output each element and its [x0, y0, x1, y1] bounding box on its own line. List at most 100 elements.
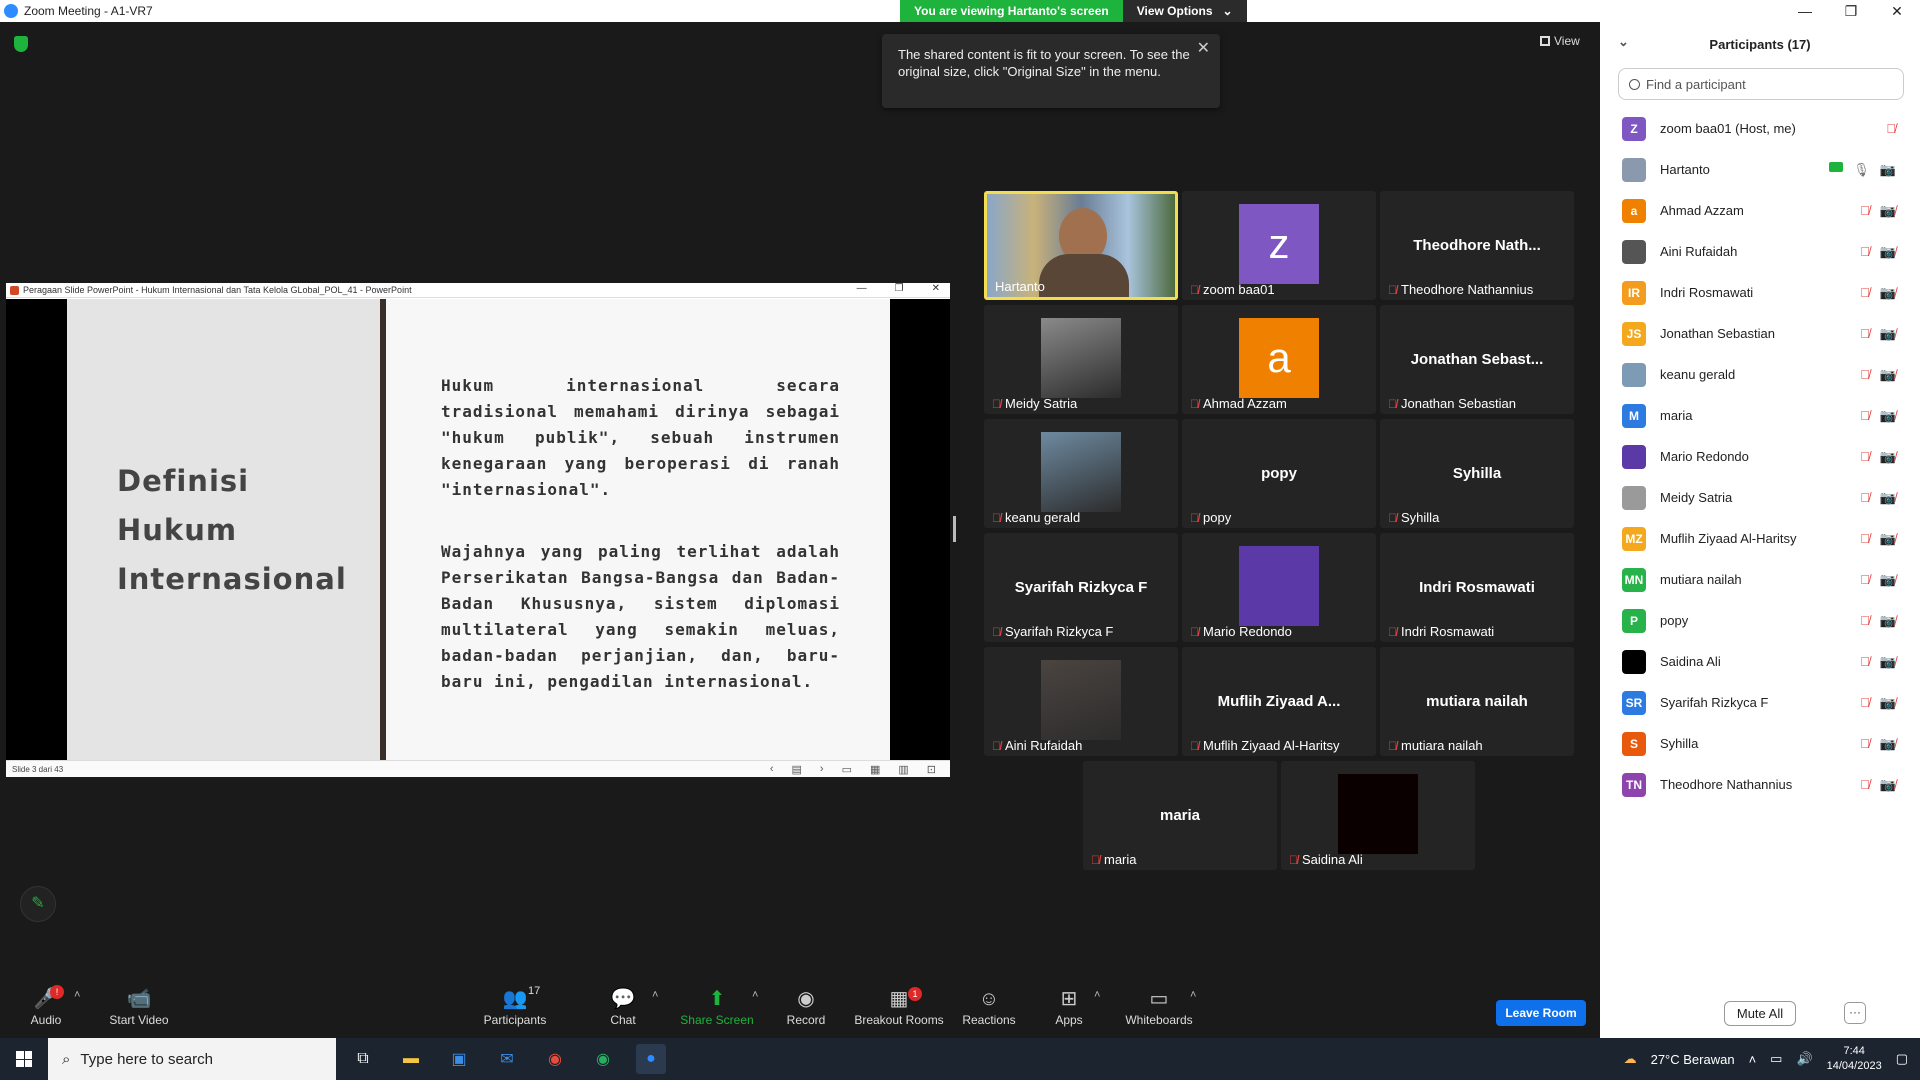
muted-mic-icon[interactable]: 🎙̸ — [1860, 572, 1870, 588]
task-view-icon[interactable]: ⧉ — [348, 1044, 378, 1074]
camera-off-icon[interactable]: 📷̸ — [1880, 449, 1896, 465]
participant-search-input[interactable]: Find a participant — [1618, 68, 1904, 100]
video-tile[interactable]: Syhilla 🎙̸ Syhilla — [1380, 419, 1574, 528]
mail-icon[interactable]: ✉ — [492, 1044, 522, 1074]
camera-off-icon[interactable]: 📷̸ — [1880, 244, 1896, 260]
camera-off-icon[interactable]: 📷̸ — [1880, 408, 1896, 424]
mic-on-icon[interactable]: 🎙 — [1853, 162, 1870, 178]
video-tile[interactable]: Hartanto — [984, 191, 1178, 300]
video-tile[interactable]: mutiara nailah 🎙̸ mutiara nailah — [1380, 647, 1574, 756]
muted-mic-icon[interactable]: 🎙̸ — [1860, 203, 1870, 219]
video-tile[interactable]: z 🎙̸ zoom baa01 — [1182, 191, 1376, 300]
audio-button[interactable]: 🎤 Audio ! — [28, 985, 64, 1027]
apps-button[interactable]: ⊞ Apps — [1054, 985, 1084, 1027]
camera-off-icon[interactable]: 📷̸ — [1880, 367, 1896, 383]
participant-row[interactable]: SR Syarifah Rizkyca F 🎙̸ 📷̸ — [1600, 682, 1920, 723]
camera-off-icon[interactable]: 📷̸ — [1880, 695, 1896, 711]
breakout-rooms-button[interactable]: ▦ Breakout Rooms 1 — [854, 985, 944, 1027]
annotate-pencil-icon[interactable]: ✎ — [20, 886, 56, 922]
video-tile[interactable]: Syarifah Rizkyca F 🎙̸ Syarifah Rizkyca F — [984, 533, 1178, 642]
notifications-icon[interactable]: ▢ — [1896, 1051, 1908, 1067]
video-tile[interactable]: 🎙̸ Aini Rufaidah — [984, 647, 1178, 756]
participant-row[interactable]: Ppopy 🎙̸ 📷̸ — [1600, 600, 1920, 641]
participant-row[interactable]: Meidy Satria 🎙̸ 📷̸ — [1600, 477, 1920, 518]
video-tile[interactable]: Theodhore Nath... 🎙̸ Theodhore Nathannius — [1380, 191, 1574, 300]
video-tile[interactable]: 🎙̸ Mario Redondo — [1182, 533, 1376, 642]
muted-mic-icon[interactable]: 🎙̸ — [1886, 121, 1896, 136]
file-explorer-icon[interactable]: ▬ — [396, 1044, 426, 1074]
participant-row[interactable]: MN mutiara nailah 🎙̸ 📷̸ — [1600, 559, 1920, 600]
mute-all-button[interactable]: Mute All — [1723, 1000, 1797, 1026]
clock[interactable]: 7:44 14/04/2023 — [1827, 1044, 1882, 1074]
participant-row[interactable]: MZ Muflih Ziyaad Al-Haritsy 🎙̸ 📷̸ — [1600, 518, 1920, 559]
volume-icon[interactable]: 🔊 — [1796, 1051, 1812, 1067]
whiteboards-button[interactable]: ▭ Whiteboards — [1124, 985, 1194, 1027]
camera-off-icon[interactable]: 📷̸ — [1880, 326, 1896, 342]
participant-row[interactable]: IR Indri Rosmawati 🎙̸ 📷̸ — [1600, 272, 1920, 313]
muted-mic-icon[interactable]: 🎙̸ — [1860, 244, 1870, 260]
camera-off-icon[interactable]: 📷̸ — [1880, 490, 1896, 506]
participant-row[interactable]: a Ahmad Azzam 🎙̸ 📷̸ — [1600, 190, 1920, 231]
record-button[interactable]: ◉ Record — [786, 985, 826, 1027]
muted-mic-icon[interactable]: 🎙̸ — [1860, 367, 1870, 383]
muted-mic-icon[interactable]: 🎙̸ — [1860, 736, 1870, 752]
video-tile[interactable]: popy 🎙̸ popy — [1182, 419, 1376, 528]
video-tile[interactable]: 🎙̸ Meidy Satria — [984, 305, 1178, 414]
participant-row[interactable]: Hartanto 🎙 📷 — [1600, 149, 1920, 190]
collapse-chevron-icon[interactable]: ⌄ — [1618, 34, 1629, 50]
network-icon[interactable]: ▭ — [1770, 1051, 1782, 1067]
participant-row[interactable]: Mario Redondo 🎙̸ 📷̸ — [1600, 436, 1920, 477]
share-options-caret-icon[interactable]: ˄ — [752, 989, 758, 1001]
muted-mic-icon[interactable]: 🎙̸ — [1860, 654, 1870, 670]
muted-mic-icon[interactable]: 🎙̸ — [1860, 695, 1870, 711]
reactions-button[interactable]: ☺ Reactions — [962, 985, 1016, 1027]
split-resize-handle[interactable] — [953, 516, 956, 542]
participant-row[interactable]: S Syhilla 🎙̸ 📷̸ — [1600, 723, 1920, 764]
participant-row[interactable]: Aini Rufaidah 🎙̸ 📷̸ — [1600, 231, 1920, 272]
video-tile[interactable]: maria 🎙̸ maria — [1083, 761, 1277, 870]
zoom-taskbar-icon[interactable]: ● — [636, 1044, 666, 1074]
muted-mic-icon[interactable]: 🎙̸ — [1860, 777, 1870, 793]
camera-off-icon[interactable]: 📷̸ — [1880, 203, 1896, 219]
video-tile[interactable]: a 🎙̸ Ahmad Azzam — [1182, 305, 1376, 414]
camera-off-icon[interactable]: 📷̸ — [1880, 285, 1896, 301]
chat-button[interactable]: 💬 Chat — [606, 985, 640, 1027]
participants-button[interactable]: 👥 Participants 17 — [480, 985, 550, 1027]
camera-on-icon[interactable]: 📷 — [1880, 162, 1896, 178]
participant-row[interactable]: keanu gerald 🎙̸ 📷̸ — [1600, 354, 1920, 395]
tooltip-close-icon[interactable]: ✕ — [1197, 40, 1210, 57]
chrome-icon[interactable]: ◉ — [540, 1044, 570, 1074]
camera-off-icon[interactable]: 📷̸ — [1880, 613, 1896, 629]
chrome-profile-icon[interactable]: ◉ — [588, 1044, 618, 1074]
participant-row[interactable]: JS Jonathan Sebastian 🎙̸ 📷̸ — [1600, 313, 1920, 354]
camera-off-icon[interactable]: 📷̸ — [1880, 572, 1896, 588]
chat-options-caret-icon[interactable]: ˄ — [652, 989, 658, 1001]
video-tile[interactable]: Indri Rosmawati 🎙̸ Indri Rosmawati — [1380, 533, 1574, 642]
restore-icon[interactable]: ❐ — [1828, 3, 1874, 20]
camera-off-icon[interactable]: 📷̸ — [1880, 777, 1896, 793]
leave-room-button[interactable]: Leave Room — [1496, 1000, 1586, 1026]
audio-options-caret-icon[interactable]: ˄ — [74, 989, 80, 1001]
minimize-icon[interactable]: — — [1782, 3, 1828, 19]
video-tile[interactable]: Muflih Ziyaad A... 🎙̸ Muflih Ziyaad Al-Har… — [1182, 647, 1376, 756]
apps-options-caret-icon[interactable]: ˄ — [1094, 989, 1100, 1001]
taskbar-search-input[interactable]: ⌕ Type here to search — [48, 1038, 336, 1080]
tray-chevron-icon[interactable]: ˄ — [1749, 1052, 1757, 1067]
video-tile[interactable]: Jonathan Sebast... 🎙̸ Jonathan Sebastian — [1380, 305, 1574, 414]
weather-text[interactable]: 27°C Berawan — [1651, 1052, 1735, 1067]
muted-mic-icon[interactable]: 🎙̸ — [1860, 285, 1870, 301]
participant-row[interactable]: Mmaria 🎙̸ 📷̸ — [1600, 395, 1920, 436]
camera-off-icon[interactable]: 📷̸ — [1880, 531, 1896, 547]
muted-mic-icon[interactable]: 🎙̸ — [1860, 531, 1870, 547]
view-button[interactable]: View — [1540, 34, 1580, 48]
video-tile[interactable]: 🎙̸ keanu gerald — [984, 419, 1178, 528]
participant-row[interactable]: TN Theodhore Nathannius 🎙̸ 📷̸ — [1600, 764, 1920, 805]
muted-mic-icon[interactable]: 🎙̸ — [1860, 326, 1870, 342]
view-options-button[interactable]: View Options ⌄ — [1122, 0, 1247, 22]
whiteboards-options-caret-icon[interactable]: ˄ — [1190, 989, 1196, 1001]
participant-row[interactable]: Saidina Ali 🎙̸ 📷̸ — [1600, 641, 1920, 682]
start-button[interactable] — [0, 1038, 48, 1080]
store-icon[interactable]: ▣ — [444, 1044, 474, 1074]
more-options-button[interactable]: ··· — [1844, 1002, 1866, 1024]
encryption-shield-icon[interactable] — [14, 36, 28, 52]
